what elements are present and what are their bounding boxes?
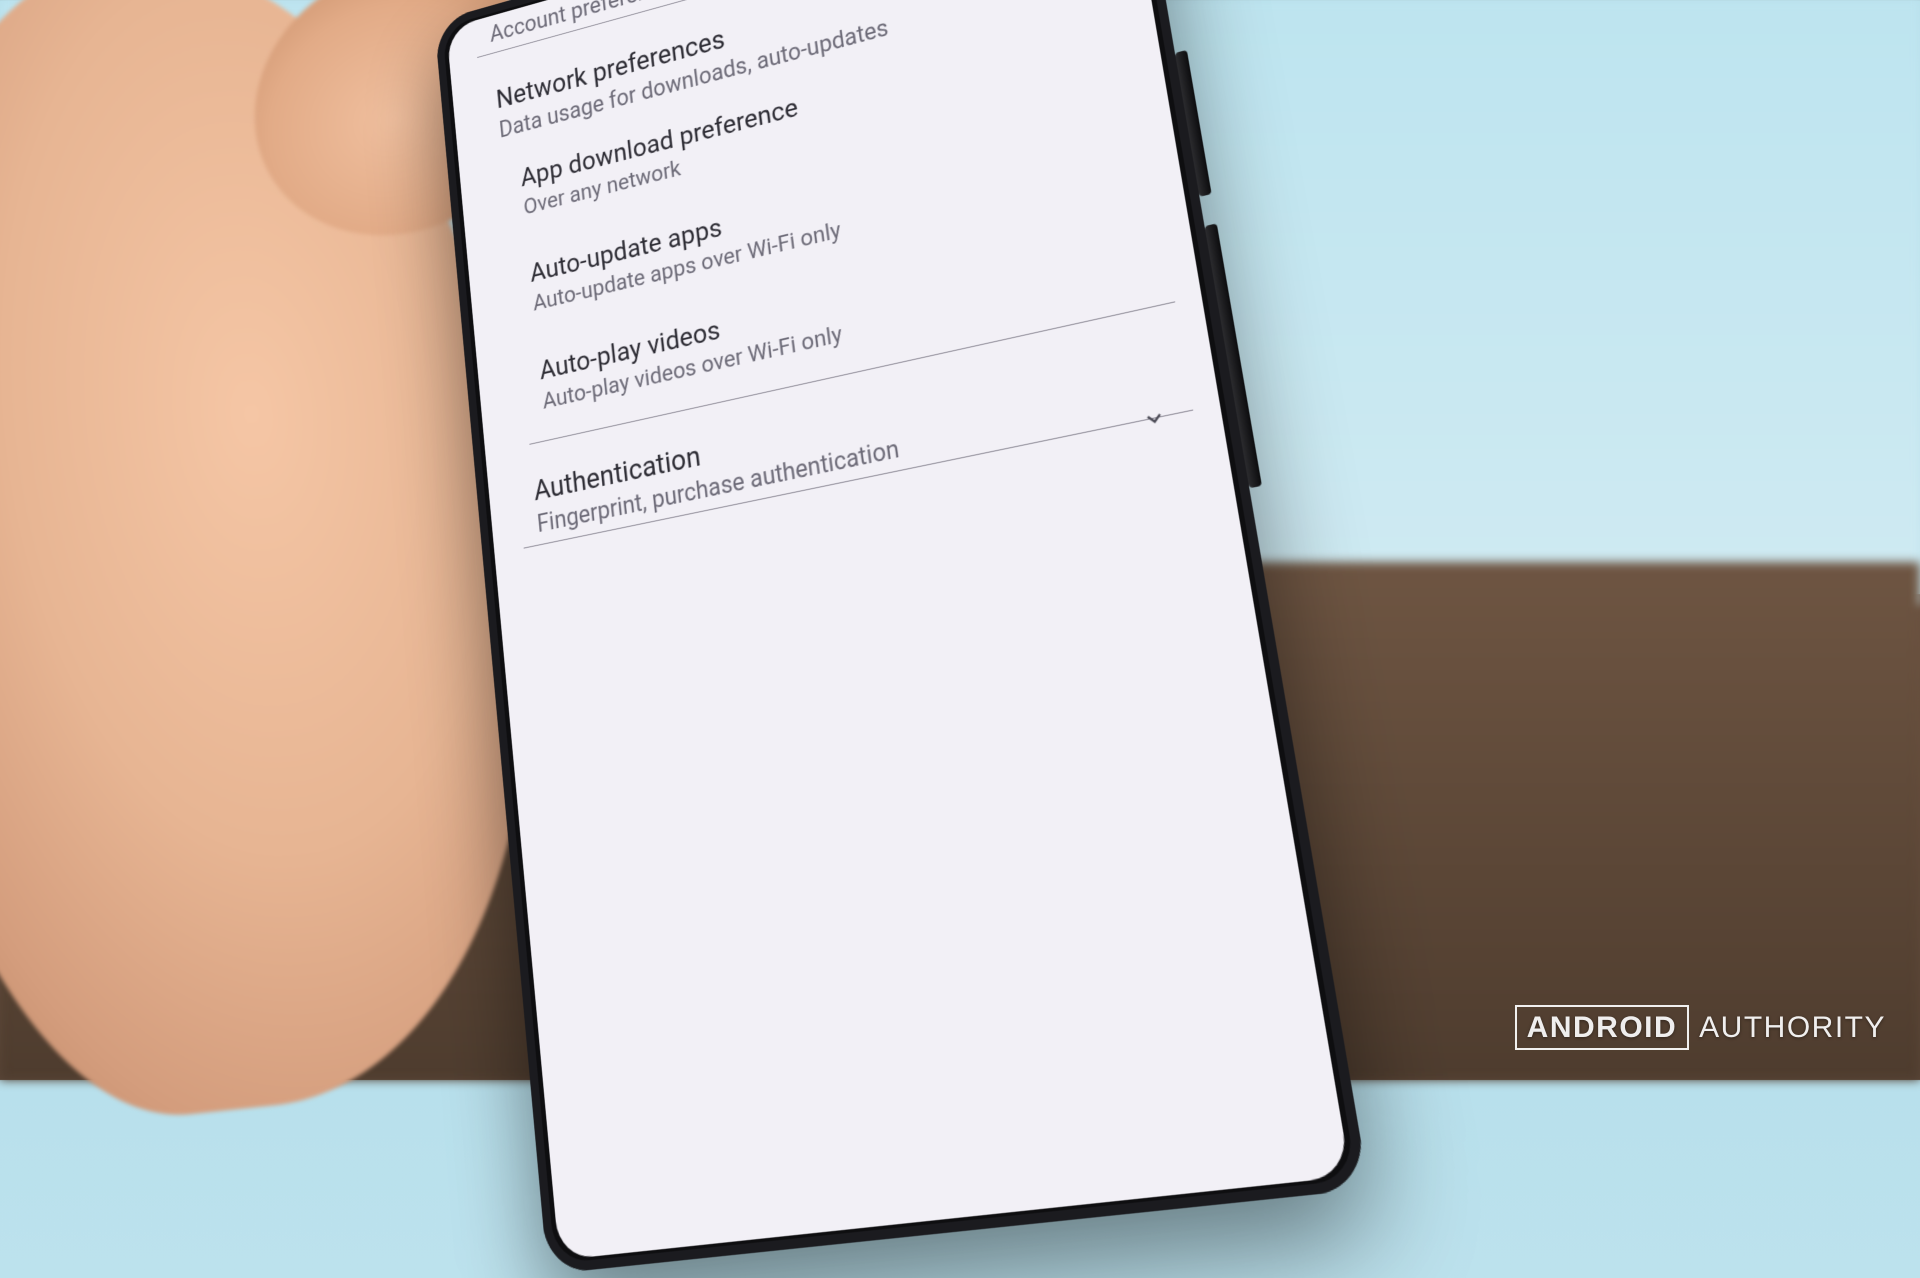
settings-list: General Account preferences, notificatio… — [470, 0, 1193, 549]
watermark: ANDROID AUTHORITY — [1515, 1005, 1886, 1050]
chevron-down-icon — [1140, 404, 1168, 433]
watermark-brand: ANDROID — [1515, 1005, 1690, 1050]
scene: General Account preferences, notificatio… — [0, 0, 1920, 1080]
phone-body: General Account preferences, notificatio… — [434, 0, 1369, 1274]
phone-screen: General Account preferences, notificatio… — [446, 0, 1350, 1260]
watermark-sub: AUTHORITY — [1699, 1011, 1886, 1045]
